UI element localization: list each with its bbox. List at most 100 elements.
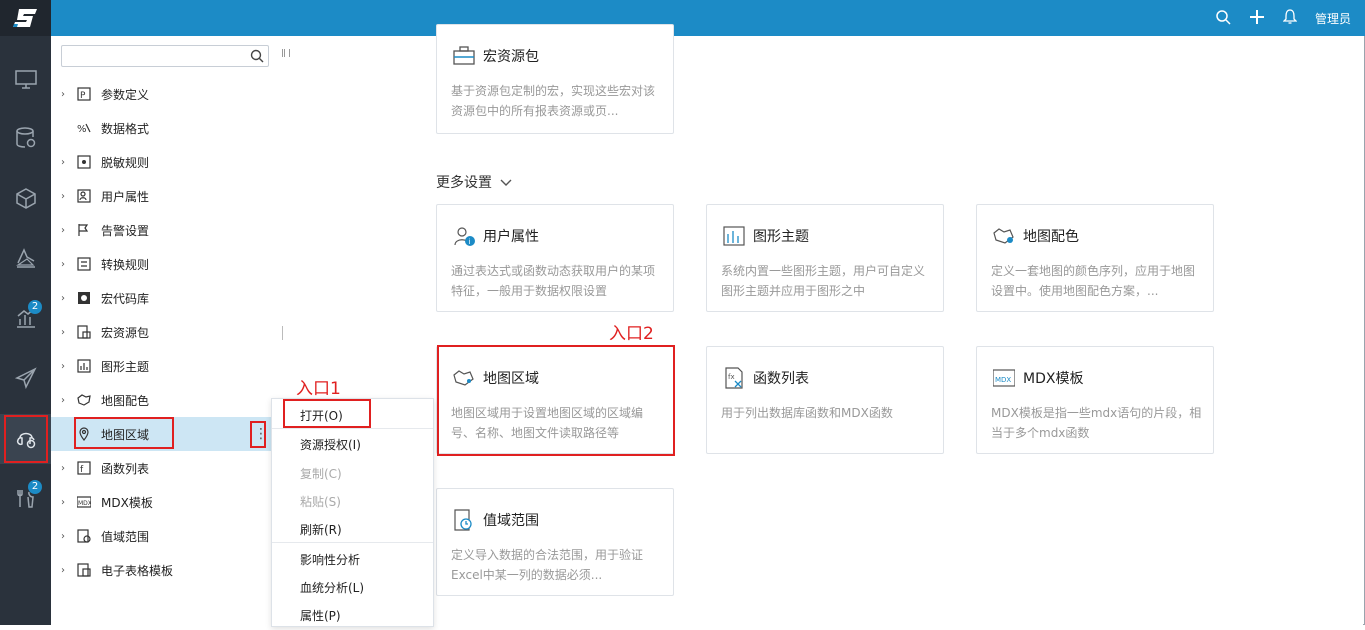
left-rail: 2 2 [0, 36, 51, 625]
rail-analysis[interactable] [0, 234, 51, 284]
macro-package-icon [453, 45, 475, 67]
tree-item[interactable]: › 转换规则 [51, 247, 282, 281]
card-title: 值域范围 [483, 513, 539, 529]
annotation-entry-1: 入口1 [296, 379, 341, 399]
svg-text:MDX: MDX [78, 500, 91, 507]
annotation-entry-2: 入口2 [609, 324, 654, 344]
tree-item[interactable]: › 用户属性 [51, 179, 282, 213]
card-title: 图形主题 [753, 229, 809, 245]
chevron-right-icon[interactable]: › [61, 157, 71, 168]
tree-item[interactable]: › 脱敏规则 [51, 145, 282, 179]
context-menu-item: 复制(C) [300, 467, 342, 481]
context-menu-item[interactable]: 资源授权(I) [272, 431, 433, 459]
format-icon: % [77, 121, 91, 135]
tree-item[interactable]: › 电子表格模板 [51, 553, 282, 587]
settings-card[interactable]: fx 函数列表 用于列出数据库函数和MDX函数 [706, 346, 944, 454]
tree-item[interactable]: % 数据格式 [51, 111, 282, 145]
top-bar: 管理员 [0, 0, 1365, 36]
tree-item[interactable]: › 宏代码库 [51, 281, 282, 315]
context-menu-item[interactable]: 刷新(R) [272, 516, 433, 544]
context-menu-item[interactable]: 属性(P) [272, 602, 433, 630]
chevron-right-icon[interactable]: › [61, 191, 71, 202]
mdx-icon: MDX [993, 367, 1015, 389]
settings-card[interactable]: 地图配色 定义一套地图的颜色序列，应用于地图设置中。使用地图配色方案，... [976, 204, 1214, 312]
rail-tools[interactable]: 2 [0, 474, 51, 524]
chevron-right-icon[interactable]: › [61, 293, 71, 304]
tree-item-label: 地图配色 [101, 393, 150, 408]
svg-text:%: % [77, 124, 87, 135]
card-title: 用户属性 [483, 229, 539, 245]
monitor-icon [14, 69, 37, 93]
send-icon [14, 366, 37, 392]
chevron-down-icon [500, 175, 512, 191]
user-attr-icon [77, 189, 91, 203]
tree-item[interactable]: › f 函数列表 [51, 451, 282, 485]
map-color-icon [993, 225, 1015, 247]
map-color-icon [77, 393, 91, 407]
rail-monitor[interactable] [0, 56, 51, 106]
rail-chart[interactable]: 2 [0, 294, 51, 344]
tree-item-label: 告警设置 [101, 223, 150, 238]
chevron-right-icon[interactable]: › [61, 225, 71, 236]
database-icon [15, 126, 37, 152]
cube-icon [15, 187, 37, 212]
tree-item[interactable]: › 告警设置 [51, 213, 282, 247]
settings-card[interactable]: 图形主题 系统内置一些图形主题，用户可自定义图形主题并应用于图形之中 [706, 204, 944, 312]
search-icon[interactable] [1215, 9, 1231, 28]
macro-code-icon [77, 291, 91, 305]
mask-icon [77, 155, 91, 169]
tree-item-label: 电子表格模板 [101, 563, 174, 578]
tree-item[interactable]: › MDX MDX模板 [51, 485, 282, 519]
search-icon[interactable] [250, 49, 264, 66]
chevron-right-icon[interactable]: › [61, 259, 71, 270]
user-menu[interactable]: 管理员 [1315, 10, 1351, 27]
rail-database[interactable] [0, 114, 51, 164]
rail-send[interactable] [0, 354, 51, 404]
more-settings-toggle[interactable]: 更多设置 [436, 172, 512, 192]
settings-card[interactable]: i 用户属性 通过表达式或函数动态获取用户的某项特征，一般用于数据权限设置 [436, 204, 674, 312]
tree-item[interactable]: › 宏资源包 [51, 315, 282, 349]
card-description: MDX模板是指一些mdx语句的片段，相当于多个mdx函数 [991, 406, 1202, 440]
highlight-kebab [250, 421, 266, 448]
notification-badge: 2 [28, 480, 42, 494]
chevron-right-icon[interactable]: › [61, 463, 71, 474]
user-attr-icon: i [453, 225, 475, 247]
rail-cube[interactable] [0, 174, 51, 224]
card-description: 基于资源包定制的宏，实现这些宏对该资源包中的所有报表资源或页... [451, 84, 656, 118]
card-description: 通过表达式或函数动态获取用户的某项特征，一般用于数据权限设置 [451, 264, 656, 298]
tree-item-label: 宏资源包 [101, 325, 150, 340]
card-macro-package[interactable]: 宏资源包 基于资源包定制的宏，实现这些宏对该资源包中的所有报表资源或页... [436, 24, 674, 134]
chevron-right-icon[interactable]: › [61, 89, 71, 100]
chevron-right-icon[interactable]: › [61, 395, 71, 406]
notification-badge: 2 [28, 300, 42, 314]
chevron-right-icon[interactable]: › [61, 497, 71, 508]
tree-item-label: 转换规则 [101, 257, 150, 272]
plus-icon[interactable] [1249, 9, 1265, 28]
tree-item-label: 数据格式 [101, 121, 150, 136]
context-menu-item[interactable]: 血统分析(L) [272, 574, 433, 602]
tree-item-label: 参数定义 [101, 87, 150, 102]
chevron-right-icon[interactable]: › [61, 531, 71, 542]
settings-card[interactable]: MDX MDX模板 MDX模板是指一些mdx语句的片段，相当于多个mdx函数 [976, 346, 1214, 454]
bell-icon[interactable] [1282, 8, 1298, 28]
settings-card[interactable]: 值域范围 定义导入数据的合法范围，用于验证Excel中某一列的数据必须... [436, 488, 674, 596]
chevron-right-icon[interactable]: › [61, 565, 71, 576]
macro-package-icon [77, 325, 91, 339]
context-menu-item[interactable]: 影响性分析 [272, 546, 433, 574]
tree-item[interactable]: › 值域范围 [51, 519, 282, 553]
graph-theme-icon [77, 359, 91, 373]
svg-text:MDX: MDX [995, 376, 1011, 384]
tree-search-input[interactable] [61, 45, 269, 67]
svg-text:P: P [80, 91, 86, 101]
tree-item[interactable]: › 地图配色 [51, 383, 282, 417]
tree-item[interactable]: › 图形主题 [51, 349, 282, 383]
tree-item-label: 图形主题 [101, 359, 150, 374]
tree-item-label: 值域范围 [101, 529, 150, 544]
card-description: 定义导入数据的合法范围，用于验证Excel中某一列的数据必须... [451, 548, 644, 582]
app-logo[interactable] [0, 0, 51, 36]
tree-item-label: 宏代码库 [101, 291, 150, 306]
chevron-right-icon[interactable]: › [61, 327, 71, 338]
tree-item[interactable]: › P 参数定义 [51, 77, 282, 111]
param-icon: P [77, 87, 91, 101]
chevron-right-icon[interactable]: › [61, 361, 71, 372]
